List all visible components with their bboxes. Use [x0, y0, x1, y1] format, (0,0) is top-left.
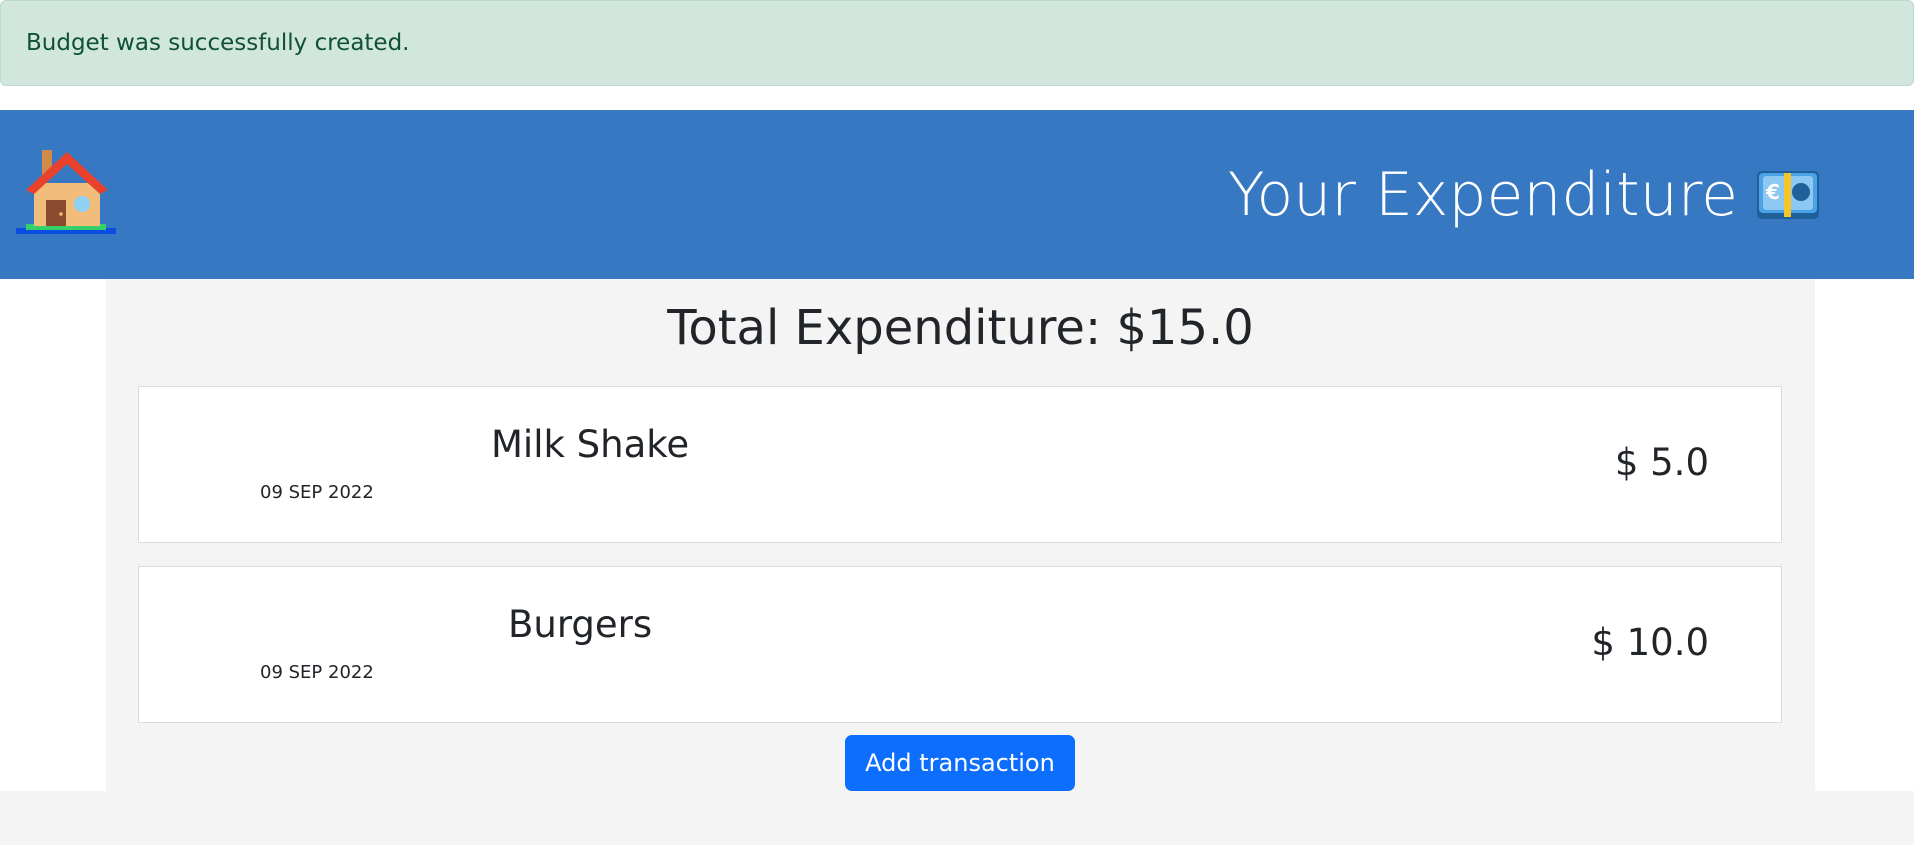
svg-text:€: € — [1765, 180, 1780, 204]
page-heading: Your Expenditure — [1227, 159, 1738, 230]
money-euro-banknote-icon: € — [1757, 171, 1819, 219]
total-expenditure-heading: Total Expenditure: $15.0 — [667, 300, 1254, 356]
transaction-name: Milk Shake — [491, 423, 690, 466]
right-margin — [1815, 279, 1914, 791]
transaction-card[interactable]: Burgers 09 SEP 2022 $ 10.0 — [138, 566, 1782, 723]
transaction-date: 09 SEP 2022 — [260, 482, 374, 503]
transaction-amount: $ 10.0 — [1591, 621, 1709, 664]
alert-message: Budget was successfully created. — [26, 30, 410, 56]
navbar: Your Expenditure — [0, 110, 1914, 279]
add-transaction-button[interactable]: Add transaction — [845, 735, 1075, 791]
transaction-card[interactable]: Milk Shake 09 SEP 2022 $ 5.0 — [138, 386, 1782, 543]
transaction-amount: $ 5.0 — [1614, 441, 1709, 484]
transaction-date: 09 SEP 2022 — [260, 662, 374, 683]
house-icon — [16, 150, 116, 234]
home-link[interactable] — [16, 148, 118, 238]
success-alert: Budget was successfully created. — [0, 0, 1914, 86]
left-margin — [0, 279, 106, 791]
transaction-name: Burgers — [508, 603, 653, 646]
